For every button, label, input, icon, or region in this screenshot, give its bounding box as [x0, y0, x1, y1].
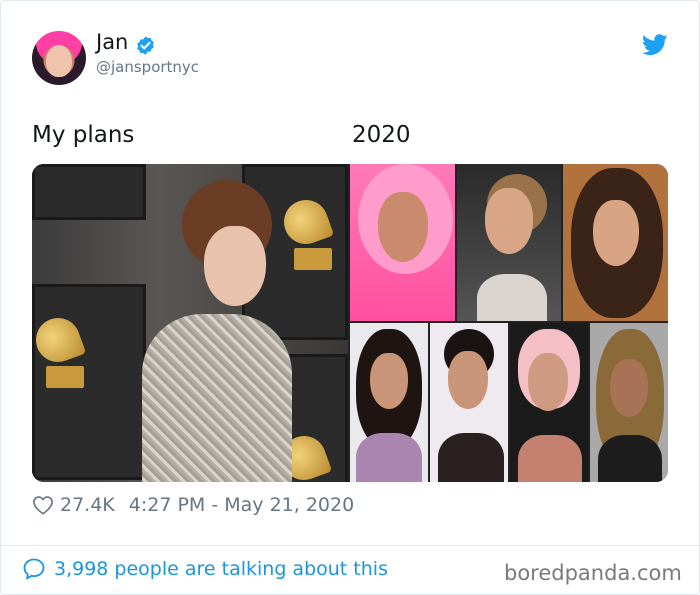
- backdrop-panel: [32, 164, 146, 220]
- portrait-curly-blonde-hair[interactable]: [590, 323, 668, 482]
- portrait-black-hair[interactable]: [350, 323, 428, 482]
- woman-at-grammys-photo[interactable]: [32, 164, 348, 482]
- heart-icon[interactable]: [32, 495, 54, 515]
- portrait-pink-hair[interactable]: [350, 164, 455, 321]
- speech-bubble-icon: [23, 558, 45, 580]
- divider: [0, 545, 700, 546]
- caption-my-plans: My plans: [32, 122, 135, 148]
- grammy-trophy-icon: [32, 311, 87, 388]
- verified-badge-icon: [137, 36, 154, 55]
- talking-count[interactable]: 3,998 people are talking about this: [54, 558, 388, 580]
- portrait-curly-hair[interactable]: [563, 164, 668, 321]
- tweet-timestamp[interactable]: 4:27 PM - May 21, 2020: [129, 494, 354, 516]
- author-handle[interactable]: @jansportnyc: [96, 58, 199, 76]
- caption-2020: 2020: [352, 122, 411, 148]
- avatar[interactable]: [32, 31, 86, 85]
- sequin-dress: [142, 314, 292, 482]
- portrait-ponytail[interactable]: [457, 164, 561, 321]
- grammy-trophy-icon: [277, 193, 335, 270]
- avatar-face: [46, 45, 72, 77]
- portrait-slicked-ponytail[interactable]: [430, 323, 508, 482]
- tweet-media[interactable]: [32, 164, 668, 482]
- tweet-stats: 27.4K 4:27 PM - May 21, 2020: [32, 494, 354, 516]
- like-count[interactable]: 27.4K: [60, 494, 115, 516]
- source-watermark: boredpanda.com: [504, 561, 682, 585]
- conversation-link[interactable]: 3,998 people are talking about this: [22, 557, 388, 581]
- face: [204, 226, 266, 306]
- twitter-bird-icon[interactable]: [642, 34, 668, 56]
- author-name[interactable]: Jan: [96, 30, 128, 54]
- portrait-pink-blonde-hair[interactable]: [510, 323, 588, 482]
